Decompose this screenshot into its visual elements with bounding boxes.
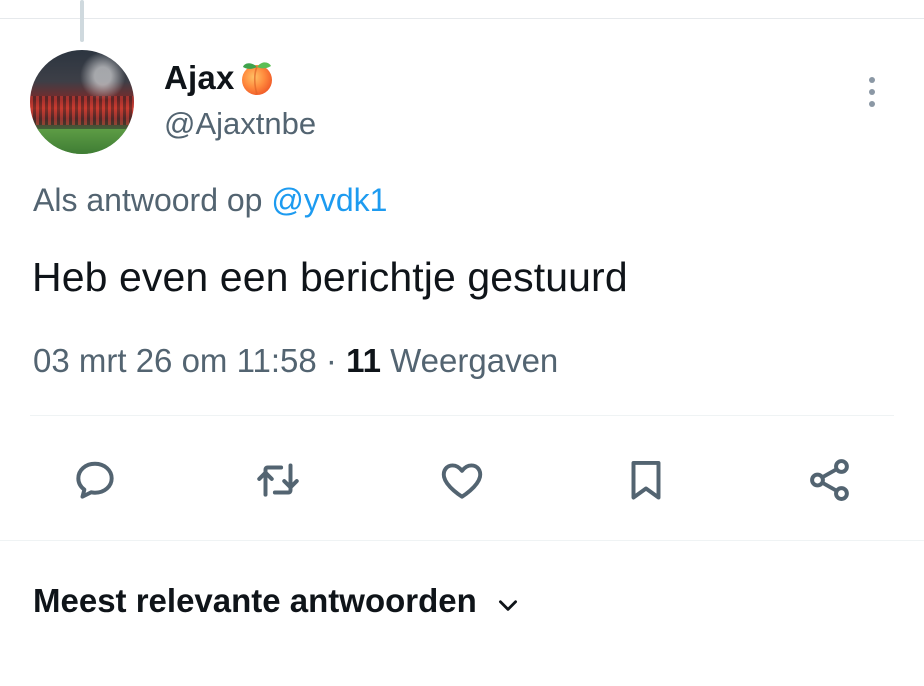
section-divider [0,540,924,541]
avatar-crowd [30,95,134,125]
reply-context: Als antwoord op @yvdk1 [33,182,387,219]
author-display-name[interactable]: Ajax [164,58,277,98]
author-handle[interactable]: @Ajaxtnbe [164,106,316,142]
retweet-button[interactable] [250,452,306,508]
more-options-icon[interactable] [860,70,884,114]
reply-context-prefix: Als antwoord op [33,182,263,218]
like-icon [441,463,483,499]
bookmark-button[interactable] [618,452,674,508]
replies-sort-label: Meest relevante antwoorden [33,582,477,619]
views-label: Weergaven [390,342,559,379]
meta-divider [30,415,894,416]
thread-connector-line [80,0,84,42]
reply-mention-link[interactable]: @yvdk1 [271,182,387,218]
top-divider [0,18,924,19]
meta-separator: · [325,342,337,379]
views-count: 11 [346,342,381,379]
tweet-timestamp[interactable]: 03 mrt 26 om 11:58 [33,342,317,379]
tweet-meta: 03 mrt 26 om 11:58 · 11 Weergaven [33,342,558,380]
share-button[interactable] [802,452,858,508]
retweet-icon [257,463,299,497]
share-icon [810,459,849,501]
reply-icon [76,461,114,499]
avatar-pitch [30,129,134,154]
avatar[interactable] [30,50,134,154]
reply-button[interactable] [67,452,123,508]
like-button[interactable] [434,452,490,508]
peach-emoji-icon [237,57,277,97]
bookmark-icon [631,460,661,500]
author-name-text: Ajax [164,59,235,96]
replies-sort-dropdown[interactable]: Meest relevante antwoorden [33,582,521,620]
chevron-down-icon [495,588,521,614]
tweet-text: Heb even een berichtje gestuurd [32,254,628,300]
